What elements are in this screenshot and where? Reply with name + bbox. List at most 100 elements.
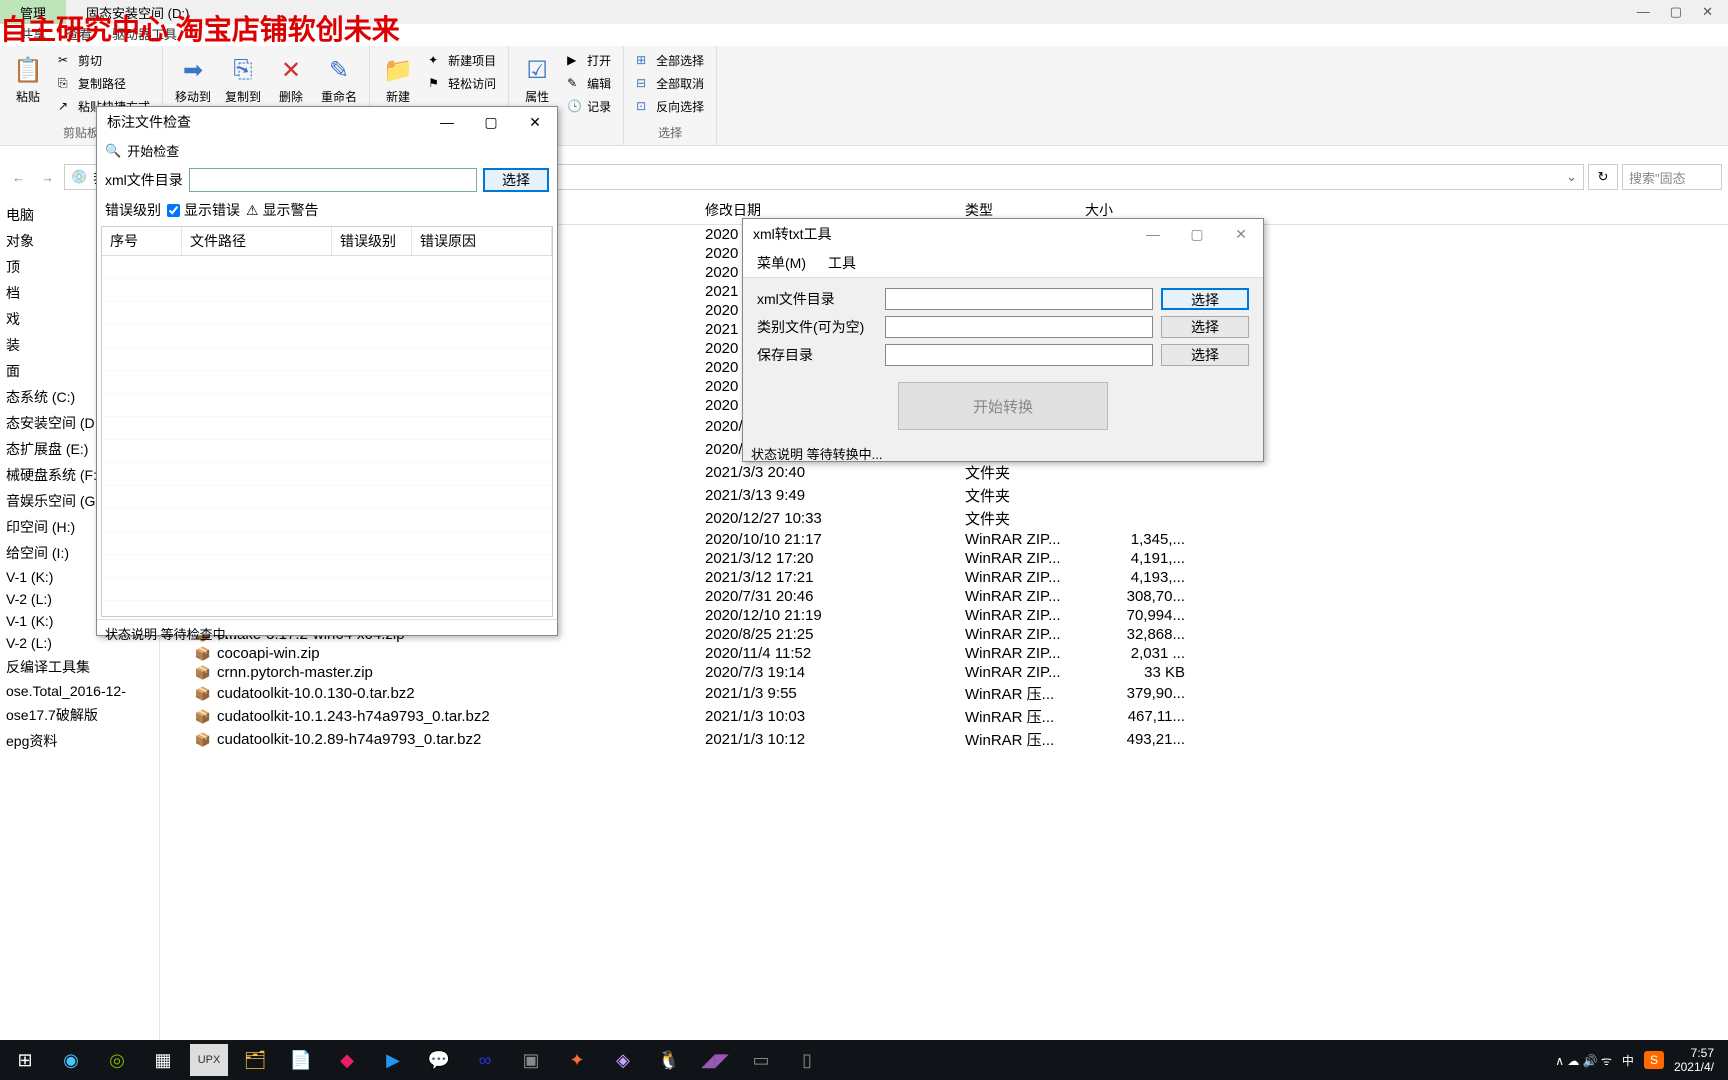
minimize-icon[interactable]: — xyxy=(425,107,469,137)
col-size-header[interactable]: 大小 xyxy=(1085,200,1205,220)
archive-icon: 📦 xyxy=(195,732,211,748)
show-error-checkbox[interactable]: 显示错误 xyxy=(167,200,240,220)
app-icon[interactable]: ✦ xyxy=(558,1044,596,1076)
browser-icon[interactable]: ◎ xyxy=(98,1044,136,1076)
file-row[interactable]: 📦crnn.pytorch-master.zip2020/7/3 19:14Wi… xyxy=(165,663,1728,682)
task-view-icon[interactable]: ▦ xyxy=(144,1044,182,1076)
minimize-icon[interactable]: — xyxy=(1637,4,1650,20)
show-warning-checkbox[interactable]: ⚠显示警告 xyxy=(246,200,319,220)
app-icon[interactable]: ◆ xyxy=(328,1044,366,1076)
select-all-button[interactable]: ⊞全部选择 xyxy=(632,50,708,71)
select-none-button[interactable]: ⊟全部取消 xyxy=(632,73,708,94)
start-button[interactable]: ⊞ xyxy=(6,1044,44,1076)
file-row[interactable]: 📦cudatoolkit-10.2.89-h74a9793_0.tar.bz22… xyxy=(165,728,1728,751)
delete-button[interactable]: ✕删除 xyxy=(271,50,311,109)
file-row[interactable]: 📦cudatoolkit-10.0.130-0.tar.bz22021/1/3 … xyxy=(165,682,1728,705)
clock-date[interactable]: 2021/4/ xyxy=(1674,1060,1714,1074)
dialog-titlebar[interactable]: 标注文件检查 — ▢ ✕ xyxy=(97,107,557,137)
maximize-icon[interactable]: ▢ xyxy=(1175,219,1219,249)
select-invert-button[interactable]: ⊡反向选择 xyxy=(632,96,708,117)
app-icon[interactable]: ▭ xyxy=(742,1044,780,1076)
refresh-button[interactable]: ↻ xyxy=(1588,164,1618,190)
notepad-icon[interactable]: 📄 xyxy=(282,1044,320,1076)
file-type: WinRAR ZIP... xyxy=(965,626,1085,643)
save-dir-input[interactable] xyxy=(885,344,1153,366)
wechat-icon[interactable]: 💬 xyxy=(420,1044,458,1076)
properties-button[interactable]: ☑属性 xyxy=(517,50,557,109)
edit-button[interactable]: ✎编辑 xyxy=(563,73,615,94)
app-icon[interactable]: ▣ xyxy=(512,1044,550,1076)
edge-icon[interactable]: ◉ xyxy=(52,1044,90,1076)
file-type: WinRAR 压... xyxy=(965,683,1085,704)
baidu-icon[interactable]: ∞ xyxy=(466,1044,504,1076)
search-icon: 🔍 xyxy=(105,143,121,159)
properties-icon: ☑ xyxy=(521,54,553,86)
maximize-icon[interactable]: ▢ xyxy=(1670,4,1682,20)
easy-access-button[interactable]: ⚑轻松访问 xyxy=(424,73,500,94)
select-button[interactable]: 选择 xyxy=(1161,288,1249,310)
copy-path-button[interactable]: ⎘复制路径 xyxy=(54,73,154,94)
class-file-input[interactable] xyxy=(885,316,1153,338)
file-type: 文件夹 xyxy=(965,485,1085,506)
menu-bar: 菜单(M) 工具 xyxy=(743,249,1263,278)
file-date: 2020/7/31 20:46 xyxy=(705,588,965,605)
clock-time[interactable]: 7:57 xyxy=(1674,1046,1714,1060)
col-path[interactable]: 文件路径 xyxy=(182,227,332,255)
tray-icons[interactable]: ∧ ☁ 🔊 ᯤ xyxy=(1555,1052,1612,1069)
xml-dir-input[interactable] xyxy=(189,168,477,192)
open-icon: ▶ xyxy=(567,53,583,69)
open-button[interactable]: ▶打开 xyxy=(563,50,615,71)
explorer-icon[interactable]: 🗂 xyxy=(236,1044,274,1076)
visual-studio-icon[interactable]: ◢◤ xyxy=(696,1044,734,1076)
sidebar-item[interactable]: ose17.7破解版 xyxy=(0,702,159,728)
select-button[interactable]: 选择 xyxy=(1161,316,1249,338)
rename-button[interactable]: ✎重命名 xyxy=(317,50,361,109)
upx-icon[interactable]: UPX xyxy=(190,1044,228,1076)
move-to-button[interactable]: ➡移动到 xyxy=(171,50,215,109)
forward-button[interactable]: → xyxy=(35,170,60,185)
col-level[interactable]: 错误级别 xyxy=(332,227,412,255)
close-icon[interactable]: ✕ xyxy=(1702,4,1713,20)
dialog-title: xml转txt工具 xyxy=(753,224,832,244)
sogou-icon[interactable]: S xyxy=(1644,1051,1664,1069)
select-button[interactable]: 选择 xyxy=(483,168,549,192)
new-item-button[interactable]: ✦新建项目 xyxy=(424,50,500,71)
col-date-header[interactable]: 修改日期 xyxy=(705,200,965,220)
col-type-header[interactable]: 类型 xyxy=(965,200,1085,220)
back-button[interactable]: ← xyxy=(6,170,31,185)
paste-button[interactable]: 📋 粘贴 xyxy=(8,50,48,109)
dialog-titlebar[interactable]: xml转txt工具 — ▢ ✕ xyxy=(743,219,1263,249)
status-bar: 状态说明 等待转换中... xyxy=(743,440,1263,467)
sidebar-item[interactable]: ose.Total_2016-12- xyxy=(0,680,159,702)
cut-button[interactable]: ✂剪切 xyxy=(54,50,154,71)
convert-button[interactable]: 开始转换 xyxy=(898,382,1108,430)
history-button[interactable]: 🕓记录 xyxy=(563,96,615,117)
maximize-icon[interactable]: ▢ xyxy=(469,107,513,137)
select-button[interactable]: 选择 xyxy=(1161,344,1249,366)
col-index[interactable]: 序号 xyxy=(102,227,182,255)
minimize-icon[interactable]: — xyxy=(1131,219,1175,249)
rename-icon: ✎ xyxy=(323,54,355,86)
ime-indicator[interactable]: 中 xyxy=(1622,1052,1634,1069)
close-icon[interactable]: ✕ xyxy=(1219,219,1263,249)
start-check-button[interactable]: 开始检查 xyxy=(127,141,179,160)
menu-item[interactable]: 菜单(M) xyxy=(757,253,806,273)
menu-item[interactable]: 工具 xyxy=(828,253,856,273)
xml-dir-input[interactable] xyxy=(885,288,1153,310)
close-icon[interactable]: ✕ xyxy=(513,107,557,137)
file-date: 2021/3/13 9:49 xyxy=(705,487,965,504)
chevron-down-icon[interactable]: ⌄ xyxy=(1566,169,1577,185)
file-row[interactable]: 📦cudatoolkit-10.1.243-h74a9793_0.tar.bz2… xyxy=(165,705,1728,728)
app-icon[interactable]: ▯ xyxy=(788,1044,826,1076)
qq-icon[interactable]: 🐧 xyxy=(650,1044,688,1076)
search-input[interactable]: 搜索"固态 xyxy=(1622,164,1722,190)
app-icon[interactable]: ◈ xyxy=(604,1044,642,1076)
file-date: 2021/1/3 10:03 xyxy=(705,708,965,725)
sidebar-item[interactable]: epg资料 xyxy=(0,728,159,754)
copy-to-button[interactable]: ⎘复制到 xyxy=(221,50,265,109)
new-folder-button[interactable]: 📁新建 xyxy=(378,50,418,109)
file-size: 1,345,... xyxy=(1085,531,1205,548)
sidebar-item[interactable]: 反编译工具集 xyxy=(0,654,159,680)
app-icon[interactable]: ▶ xyxy=(374,1044,412,1076)
col-reason[interactable]: 错误原因 xyxy=(412,227,552,255)
